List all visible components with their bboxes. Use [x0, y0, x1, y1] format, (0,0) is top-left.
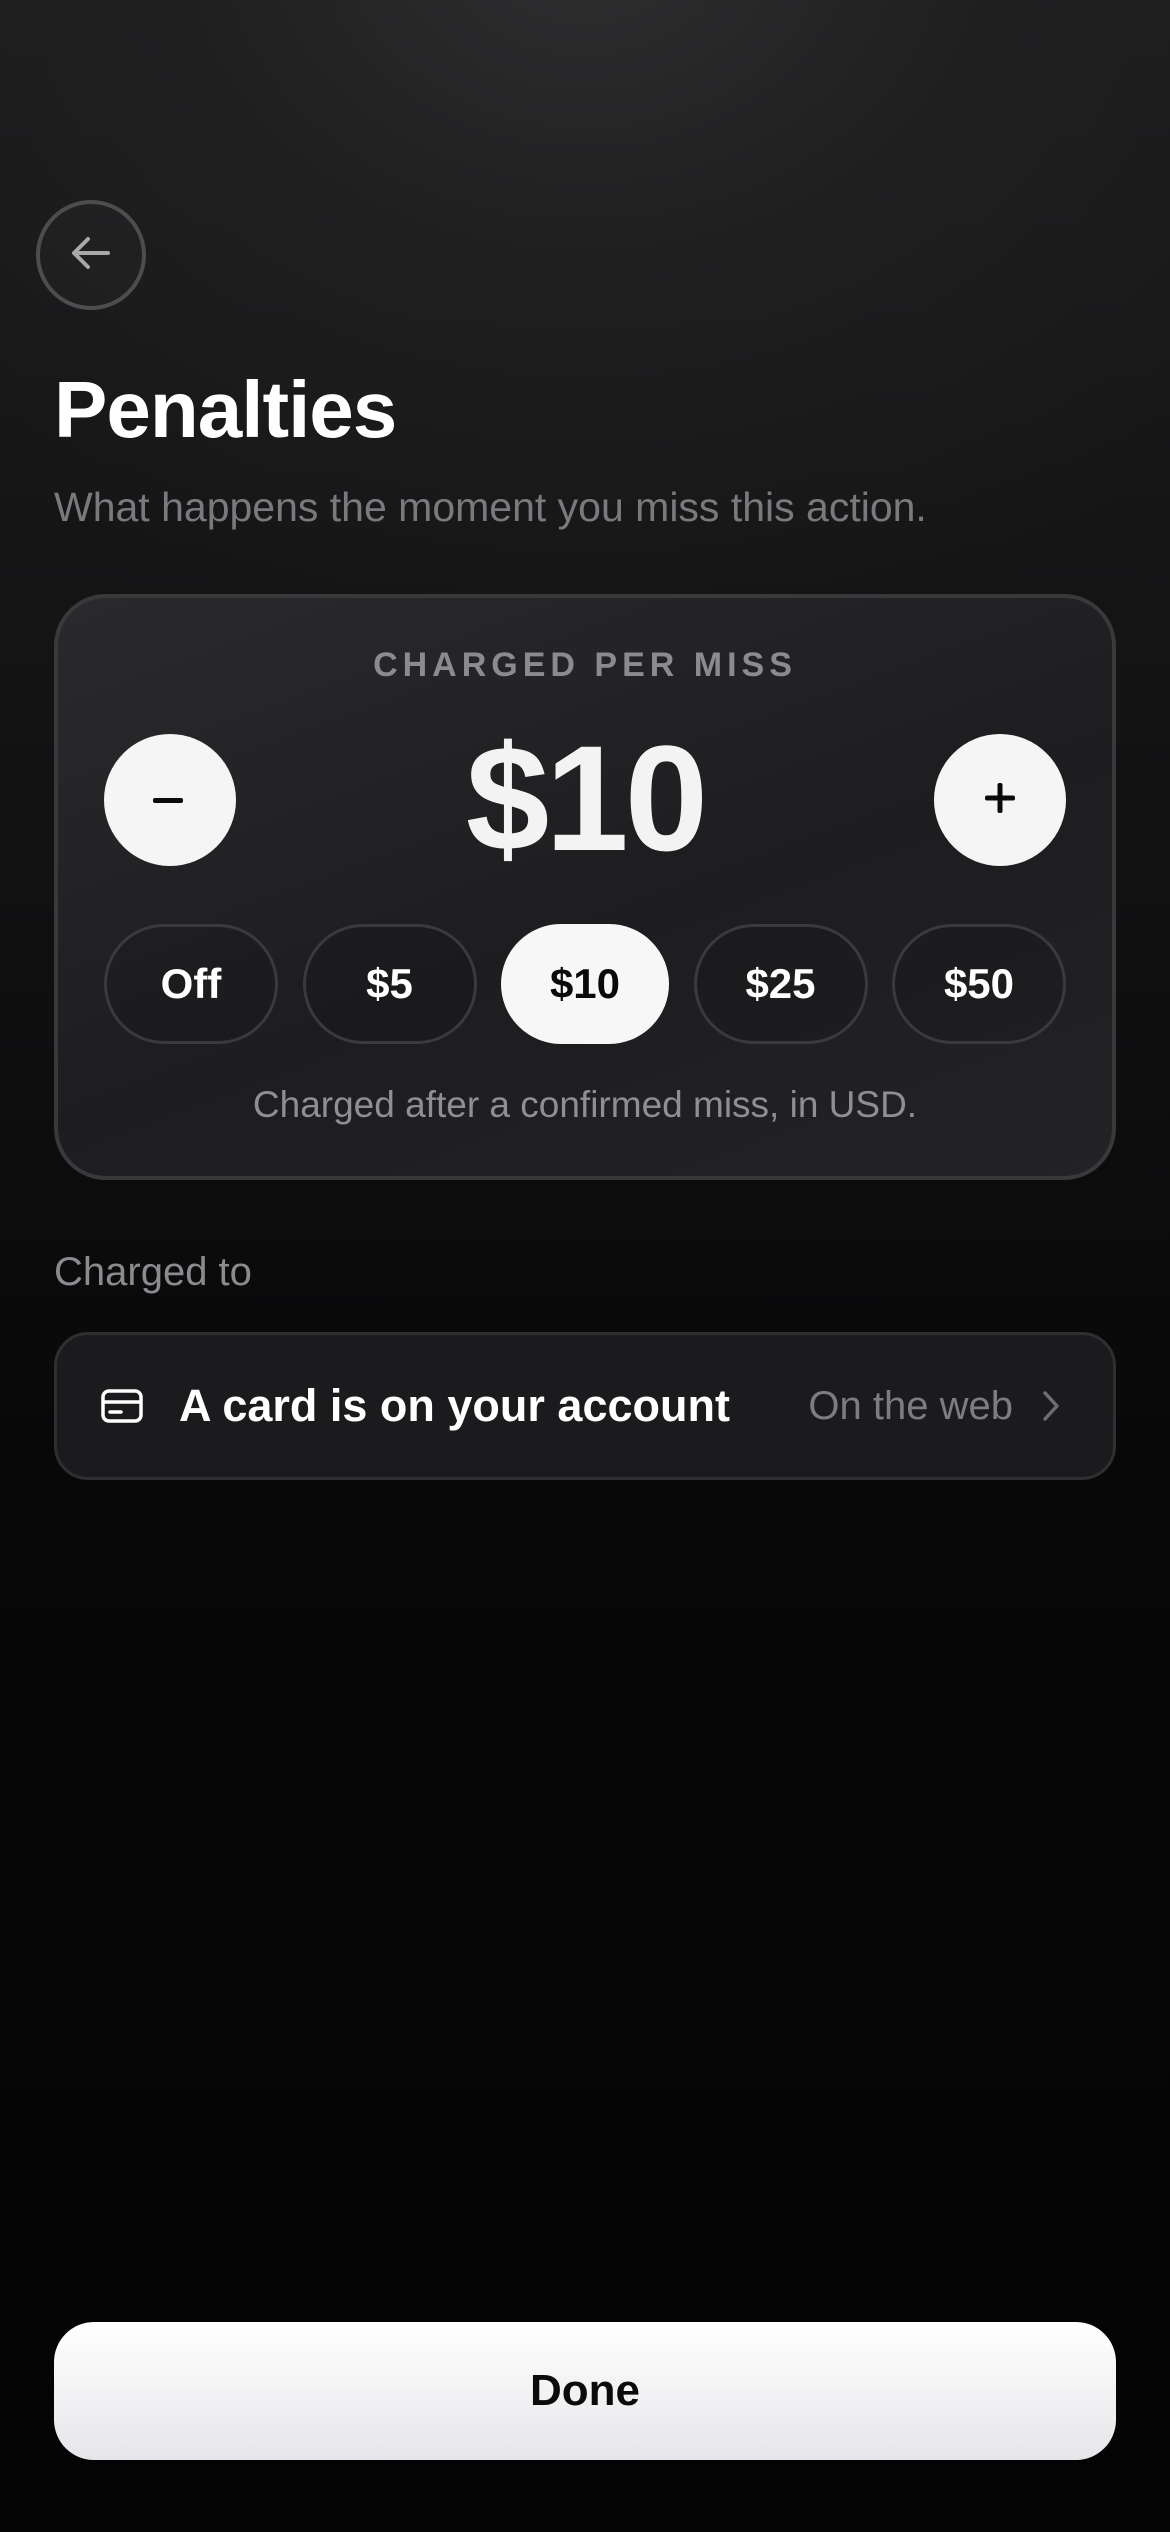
charge-note: Charged after a confirmed miss, in USD.: [252, 1084, 918, 1125]
page-subtitle: What happens the moment you miss this ac…: [54, 484, 927, 530]
charged-per-miss-label: CHARGED PER MISS: [373, 646, 797, 684]
preset-25[interactable]: $25: [693, 924, 868, 1044]
payment-method-hint: On the web: [808, 1383, 1013, 1428]
back-button[interactable]: [36, 200, 146, 310]
page-title: Penalties: [54, 365, 397, 454]
chevron-right-icon: [1041, 1386, 1065, 1426]
plus-icon: [983, 781, 1017, 820]
preset-off[interactable]: Off: [104, 924, 278, 1044]
penalty-amount-card: CHARGED PER MISS $10 Off $5 $10 $25 $50 …: [54, 594, 1116, 1180]
preset-10[interactable]: $10: [501, 924, 669, 1044]
preset-50[interactable]: $50: [892, 924, 1066, 1044]
preset-5[interactable]: $5: [302, 924, 477, 1044]
payment-method-title: A card is on your account: [179, 1380, 730, 1431]
payment-method-row[interactable]: A card is on your account On the web: [54, 1332, 1116, 1480]
done-button[interactable]: Done: [54, 2322, 1116, 2460]
amount-presets: Off $5 $10 $25 $50: [104, 924, 1066, 1044]
increment-button[interactable]: [934, 734, 1066, 866]
arrow-left-icon: [68, 230, 114, 281]
credit-card-icon: [101, 1385, 143, 1427]
charged-to-label: Charged to: [54, 1250, 252, 1294]
